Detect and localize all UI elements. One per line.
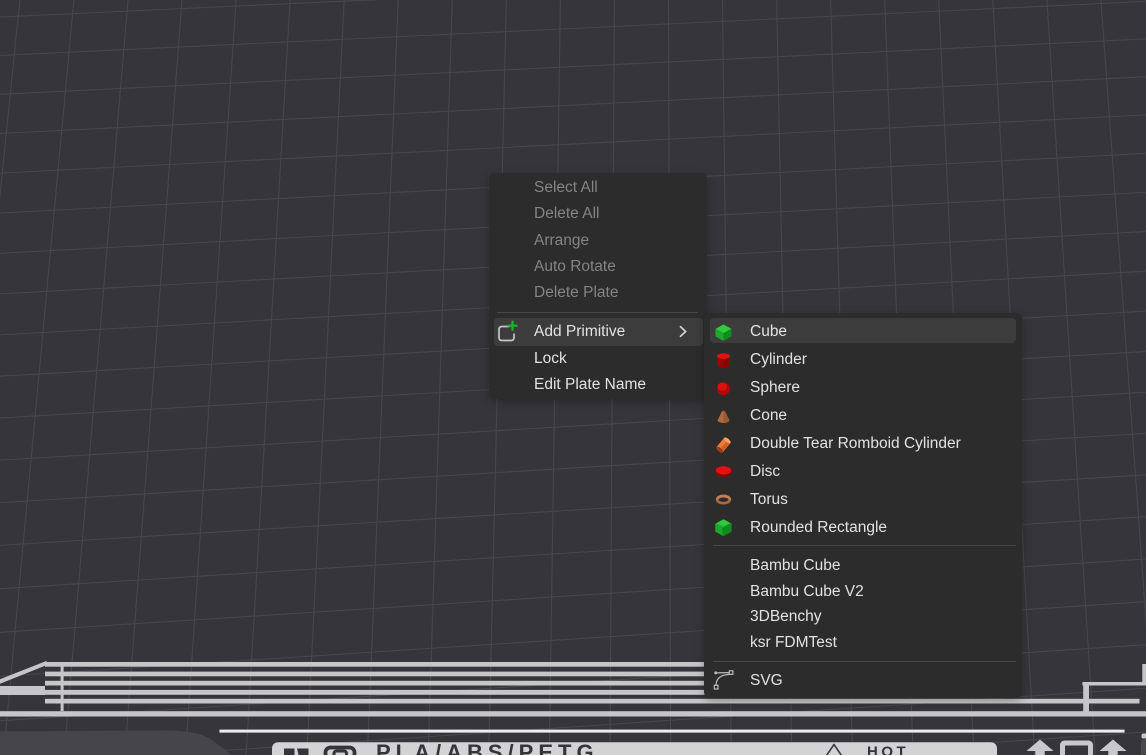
- svg-text:HOT: HOT: [867, 744, 909, 755]
- svg-text:PLA/ABS/PETG: PLA/ABS/PETG: [376, 740, 599, 755]
